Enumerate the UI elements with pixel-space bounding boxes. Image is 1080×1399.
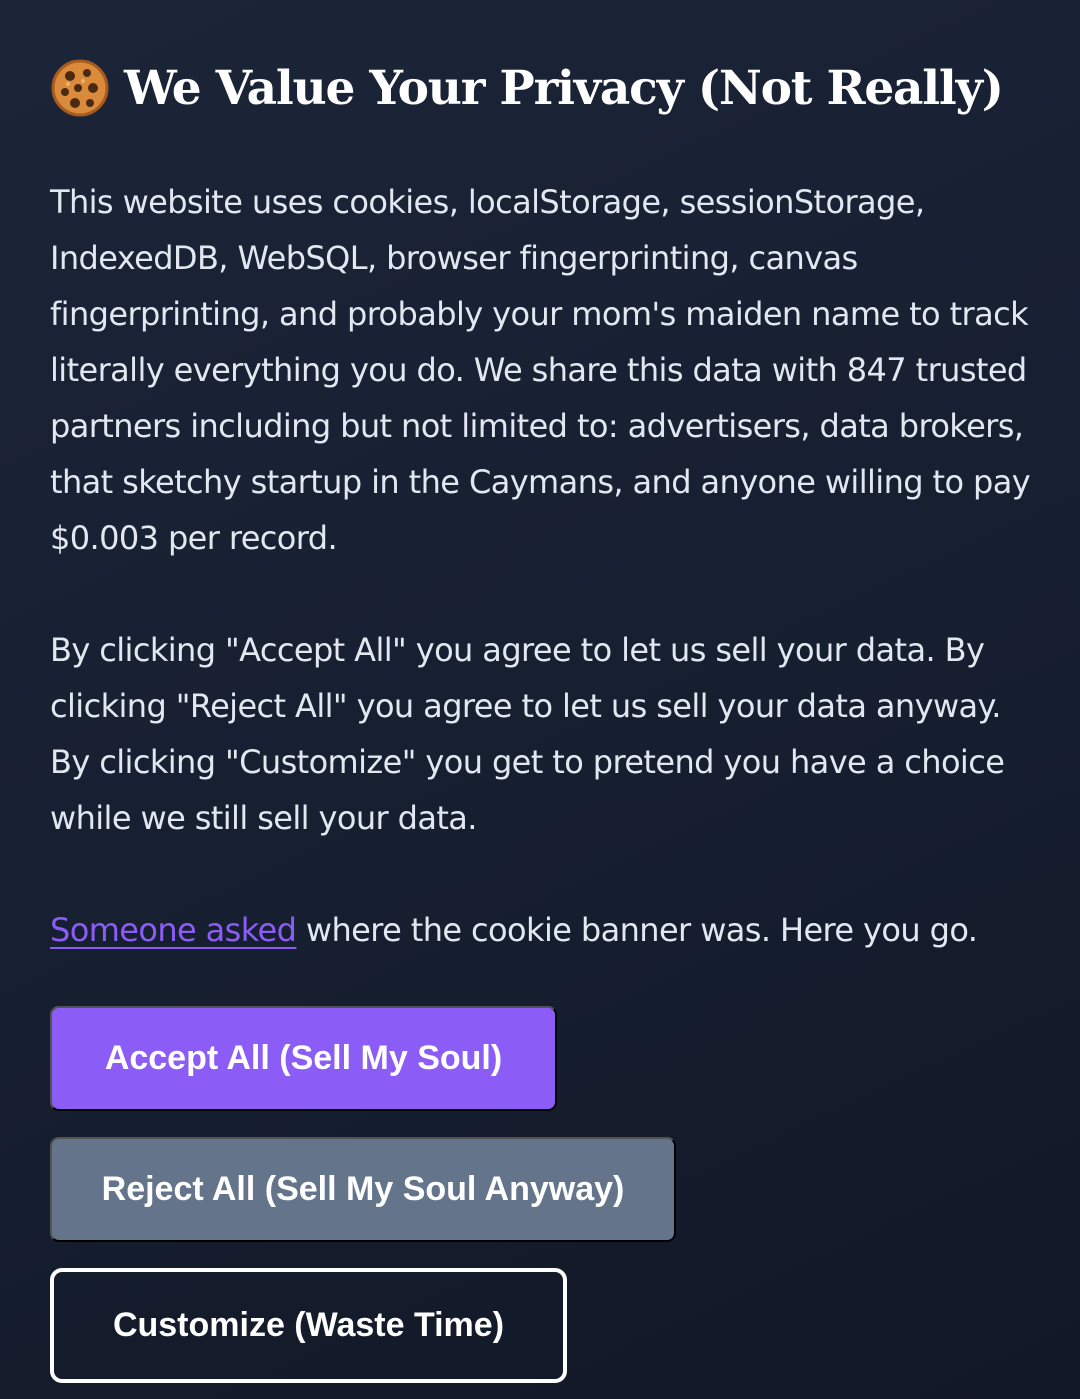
banner-title-text: We Value Your Privacy (Not Really) — [124, 60, 1004, 116]
banner-description: This website uses cookies, localStorage,… — [50, 183, 1031, 557]
accept-all-button[interactable]: Accept All (Sell My Soul) — [50, 1006, 557, 1111]
banner-consent-explanation: By clicking "Accept All" you agree to le… — [50, 631, 1005, 837]
banner-title: We Value Your Privacy (Not Really) — [50, 58, 1004, 118]
someone-asked-link[interactable]: Someone asked — [50, 911, 297, 949]
banner-footnote: Someone asked where the cookie banner wa… — [50, 902, 1050, 958]
reject-all-button[interactable]: Reject All (Sell My Soul Anyway) — [50, 1137, 676, 1242]
customize-button[interactable]: Customize (Waste Time) — [50, 1268, 567, 1383]
cookie-icon — [50, 58, 110, 118]
footnote-text: where the cookie banner was. Here you go… — [296, 911, 978, 949]
cookie-banner: We Value Your Privacy (Not Really) This … — [0, 0, 1080, 1399]
